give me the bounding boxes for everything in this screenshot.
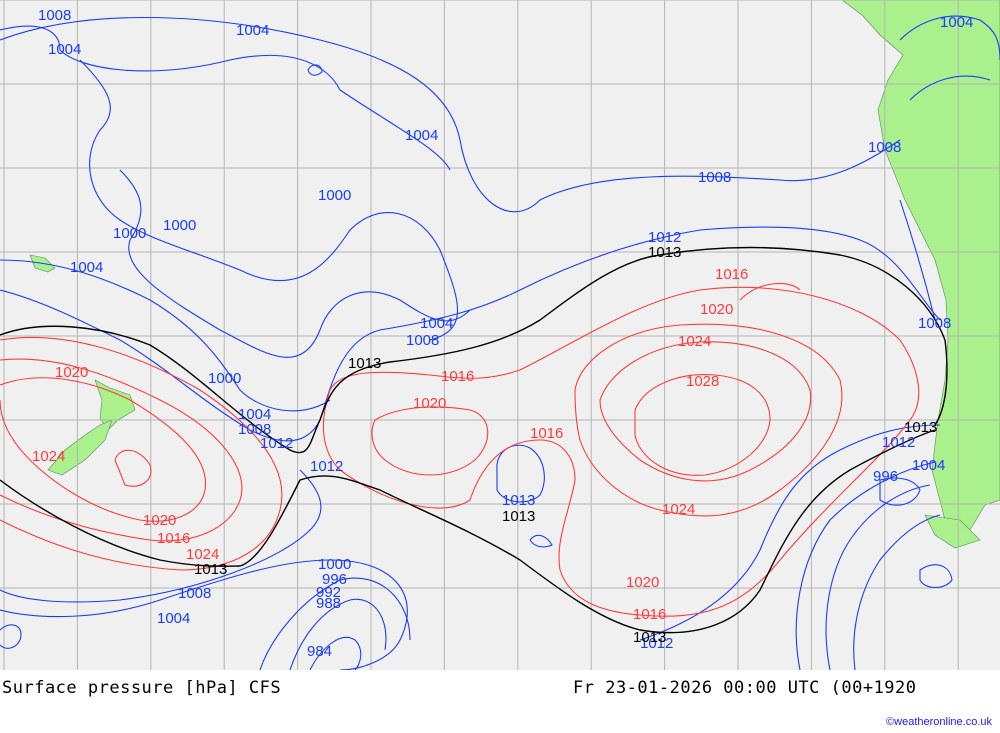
isobar-label: 1020	[626, 574, 659, 591]
isobar-label: 1024	[32, 448, 65, 465]
isobar-label: 1012	[882, 434, 915, 451]
isobar-label: 1028	[686, 373, 719, 390]
isobar-label: 1013	[348, 355, 381, 372]
forecast-date: Fr 23-01-2026 00:00 UTC (00+1920	[573, 678, 917, 698]
map-title: Surface pressure [hPa] CFS	[2, 678, 282, 698]
isobar-label: 1016	[157, 530, 190, 547]
isobar-label: 1013	[502, 508, 535, 525]
isobar-label: 988	[316, 595, 341, 612]
isobar-label: 1004	[236, 22, 269, 39]
isobar-label: 1016	[633, 606, 666, 623]
isobar-label: 1020	[700, 301, 733, 318]
isobar-label: 1012	[310, 458, 343, 475]
isobar-label: 1008	[868, 139, 901, 156]
isobar-label: 996	[873, 468, 898, 485]
isobar-label: 1008	[406, 332, 439, 349]
isobar-label: 1000	[318, 187, 351, 204]
isobar-label: 1013	[904, 419, 937, 436]
isobar-label: 1004	[405, 127, 438, 144]
isobar-label: 1020	[413, 395, 446, 412]
credit-link[interactable]: ©weatheronline.co.uk	[886, 716, 992, 728]
isobar-label: 1004	[157, 610, 190, 627]
isobar-label: 1016	[441, 368, 474, 385]
isobar-label: 1008	[38, 7, 71, 24]
isobar-label: 1016	[715, 266, 748, 283]
pressure-map: 1008 1004 1004 1004 1004 1000 1000 1000 …	[0, 0, 1000, 670]
isobar-label: 1004	[48, 41, 81, 58]
isobar-label: 1004	[940, 14, 973, 31]
isobar-label: 1008	[178, 585, 211, 602]
isobar-label: 1024	[662, 501, 695, 518]
isobar-label: 1013	[633, 629, 666, 646]
isobar-label: 1012	[260, 435, 293, 452]
isobar-label: 1013	[648, 244, 681, 261]
isobar-label: 1008	[918, 315, 951, 332]
ocean-background	[0, 0, 1000, 670]
isobar-label: 984	[307, 643, 332, 660]
isobar-label: 1008	[698, 169, 731, 186]
isobar-label: 1000	[163, 217, 196, 234]
isobar-label: 1004	[70, 259, 103, 276]
isobar-label: 1020	[55, 364, 88, 381]
isobar-label: 1004	[420, 315, 453, 332]
isobar-label: 1013	[194, 561, 227, 578]
isobar-label: 1000	[113, 225, 146, 242]
isobar-label: 1024	[678, 333, 711, 350]
isobar-label: 1016	[530, 425, 563, 442]
isobar-label: 1013	[502, 492, 535, 509]
isobar-label: 1020	[143, 512, 176, 529]
isobar-label: 1000	[208, 370, 241, 387]
isobar-label: 1004	[912, 457, 945, 474]
